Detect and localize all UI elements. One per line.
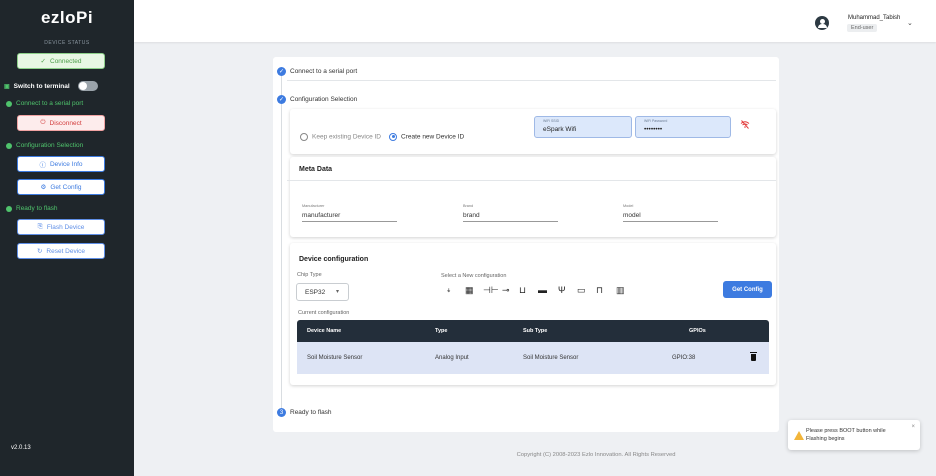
flash-icon: ⎘ xyxy=(37,223,43,230)
model-input[interactable]: Model model xyxy=(623,204,718,222)
wifi-off-icon[interactable] xyxy=(740,116,750,134)
current-config-label: Current configuration xyxy=(298,310,350,316)
cell-sub-type: Soil Moisture Sensor xyxy=(523,355,579,361)
check-icon xyxy=(6,142,12,149)
digital-output-icon[interactable]: ⍖ xyxy=(446,285,451,295)
device-status-label: DEVICE STATUS xyxy=(44,40,90,46)
chip-type-label: Chip Type xyxy=(297,272,322,278)
switch-to-terminal[interactable]: ▣ Switch to terminal xyxy=(4,81,98,91)
keep-device-id-radio[interactable] xyxy=(300,132,308,141)
device-config-title: Device configuration xyxy=(299,256,369,263)
warning-icon xyxy=(794,431,804,440)
get-config-button[interactable]: Get Config xyxy=(723,281,772,298)
meta-data-title: Meta Data xyxy=(299,166,333,173)
pwm-icon[interactable]: ⊔ xyxy=(519,285,526,295)
device-info-button[interactable]: ⓘ Device Info xyxy=(17,156,105,172)
cell-gpios: GPIO:38 xyxy=(672,355,696,361)
analog-output-icon[interactable]: ⊸ xyxy=(502,285,510,295)
check-icon xyxy=(6,100,12,107)
table-row[interactable]: Soil Moisture Sensor Analog Input Soil M… xyxy=(297,342,769,374)
divider xyxy=(287,180,776,181)
cell-type: Analog Input xyxy=(435,355,469,361)
step-serial-status: Connect to a serial port xyxy=(6,100,83,107)
col-type: Type xyxy=(435,328,448,334)
cell-device-name: Soil Moisture Sensor xyxy=(307,355,363,361)
power-icon: ⏻ xyxy=(40,119,46,126)
i2c-icon[interactable]: ▭ xyxy=(577,285,586,295)
onewire-icon[interactable]: Ψ xyxy=(558,285,566,295)
step-config-status: Configuration Selection xyxy=(6,142,83,149)
meta-data-card xyxy=(290,157,776,237)
col-sub-type: Sub Type xyxy=(523,328,548,334)
footer-copyright: Copyright (C) 2008-2023 Ezlo Innovation.… xyxy=(516,452,676,458)
close-icon[interactable]: × xyxy=(911,424,915,430)
terminal-icon: ▣ xyxy=(4,83,10,90)
wifi-ssid-input[interactable]: WiFi SSID eSpark Wifi xyxy=(534,116,632,138)
check-icon xyxy=(6,205,12,212)
check-icon: ✓ xyxy=(277,67,286,76)
user-role-badge: End-user xyxy=(847,24,878,32)
other-sensor-icon[interactable]: ▥ xyxy=(616,285,625,295)
step-connect-serial[interactable]: ✓ Connect to a serial port xyxy=(277,67,357,76)
keep-device-id-option[interactable]: Keep existing Device ID xyxy=(300,128,381,146)
step-number-badge: 3 xyxy=(277,408,286,417)
config-table-header: Device Name Type Sub Type GPIOs xyxy=(297,320,769,342)
gear-icon: ⚙ xyxy=(40,184,47,191)
divider xyxy=(287,80,776,81)
col-gpios: GPIOs xyxy=(689,328,706,334)
stepper-connector xyxy=(281,69,282,409)
wifi-password-input[interactable]: WiFi Password •••••••• xyxy=(635,116,731,138)
info-icon: ⓘ xyxy=(39,162,46,169)
check-icon: ✓ xyxy=(277,95,286,104)
create-device-id-radio[interactable] xyxy=(389,132,397,141)
reset-device-button[interactable]: ↻ Reset Device xyxy=(17,243,105,259)
spi-icon[interactable]: ⊓ xyxy=(596,285,603,295)
select-new-config-label: Select a New configuration xyxy=(441,273,507,279)
step-flash-status: Ready to flash xyxy=(6,205,58,212)
chevron-down-icon[interactable]: ⌄ xyxy=(907,19,913,27)
app-version: v2.0.13 xyxy=(11,445,31,451)
step-configuration-selection[interactable]: ✓ Configuration Selection xyxy=(277,95,357,104)
step-ready-to-flash[interactable]: 3 Ready to flash xyxy=(277,408,332,417)
create-device-id-option[interactable]: Create new Device ID xyxy=(389,128,464,146)
flash-device-button[interactable]: ⎘ Flash Device xyxy=(17,219,105,235)
uart-icon[interactable]: ▬ xyxy=(538,285,547,295)
check-circle-icon: ✓ xyxy=(40,58,46,65)
refresh-icon: ↻ xyxy=(36,248,43,255)
trash-icon[interactable] xyxy=(750,352,757,361)
sidebar: ezloPi DEVICE STATUS ✓ Connected ▣ Switc… xyxy=(0,0,134,476)
app-logo: ezloPi xyxy=(40,8,94,27)
disconnect-button[interactable]: ⏻ Disconnect xyxy=(17,115,105,131)
user-avatar-icon[interactable] xyxy=(815,16,829,30)
col-device-name: Device Name xyxy=(307,328,342,334)
analog-input-icon[interactable]: ⊣⊢ xyxy=(483,285,499,295)
manufacturer-input[interactable]: Manufacturer manufacturer xyxy=(302,204,397,222)
warning-toast: Please press BOOT button while Flashing … xyxy=(788,420,920,450)
user-name: Muhammad_Tabish xyxy=(848,15,901,21)
chevron-down-icon: ▾ xyxy=(335,289,339,295)
brand-input[interactable]: Brand brand xyxy=(463,204,558,222)
chip-type-select[interactable]: ESP32 ▾ xyxy=(296,283,349,301)
connected-status-button[interactable]: ✓ Connected xyxy=(17,53,105,69)
digital-input-icon[interactable]: ▦ xyxy=(465,285,474,295)
get-config-sidebar-button[interactable]: ⚙ Get Config xyxy=(17,179,105,195)
terminal-toggle[interactable] xyxy=(77,81,98,91)
